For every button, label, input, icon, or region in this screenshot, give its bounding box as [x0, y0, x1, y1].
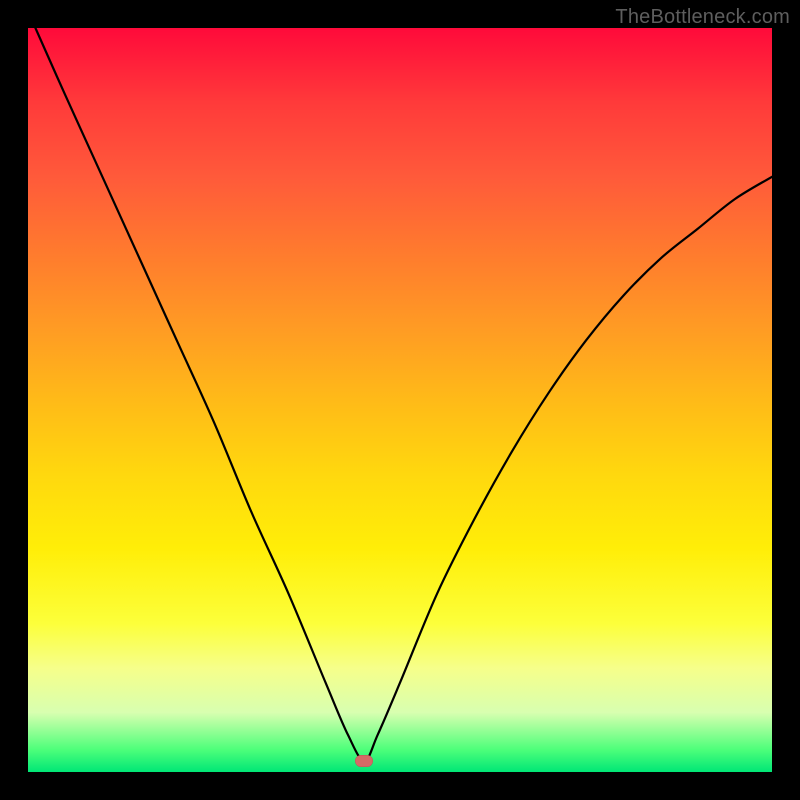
watermark-text: TheBottleneck.com: [615, 6, 790, 29]
curve-svg: [28, 28, 772, 772]
bottleneck-curve: [35, 28, 772, 761]
plot-area: [28, 28, 772, 772]
chart-frame: TheBottleneck.com: [0, 0, 800, 800]
optimum-marker: [355, 755, 373, 767]
